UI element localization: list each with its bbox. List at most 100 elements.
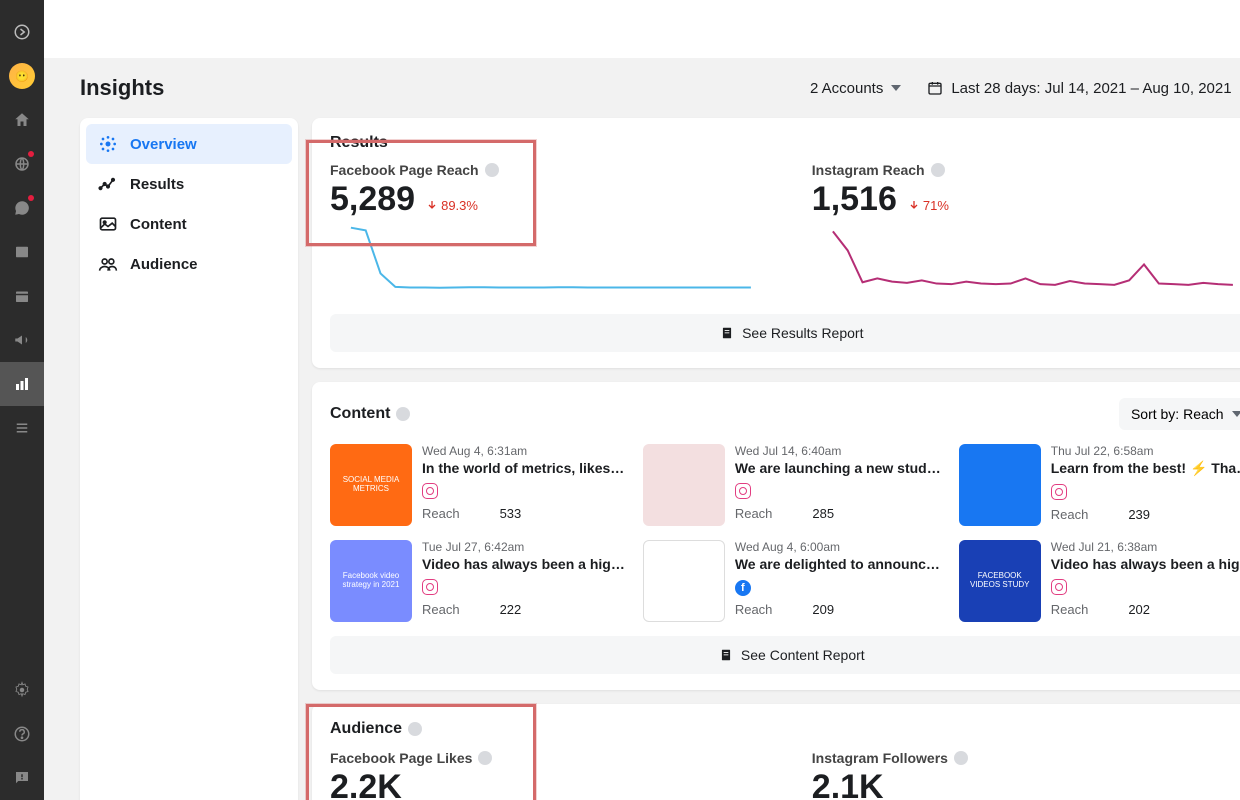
trend-icon (98, 174, 118, 194)
calendar-icon (927, 80, 943, 96)
metric-value: 2.2K (330, 768, 402, 800)
reach-label: Reach (422, 506, 460, 521)
burst-icon (98, 134, 118, 154)
post-title: We are launching a new stud… (735, 460, 941, 476)
info-icon[interactable] (408, 722, 422, 736)
metric-value: 5,289 (330, 180, 415, 219)
content-post[interactable]: Facebook video strategy in 2021Tue Jul 2… (330, 540, 625, 622)
post-thumbnail (643, 444, 725, 526)
instagram-icon (735, 483, 751, 499)
accounts-label: 2 Accounts (810, 80, 883, 97)
chevron-down-icon (891, 85, 901, 91)
post-network (1051, 483, 1240, 501)
reach-value: 222 (500, 602, 522, 617)
facebook-likes-metric: Facebook Page Likes 2.2K (330, 750, 772, 800)
info-icon[interactable] (954, 751, 968, 765)
info-icon[interactable] (478, 751, 492, 765)
metric-label: Facebook Page Likes (330, 750, 472, 766)
post-date: Wed Jul 21, 6:38am (1051, 540, 1240, 554)
reach-label: Reach (1051, 602, 1089, 617)
chevron-down-icon (1232, 411, 1240, 417)
post-title: We are delighted to announc… (735, 556, 941, 572)
notification-dot (28, 151, 34, 157)
rail-library[interactable] (0, 230, 44, 274)
post-network (1051, 578, 1240, 596)
report-icon (720, 326, 734, 340)
facebook-sparkline (330, 225, 772, 295)
rail-insights[interactable] (0, 362, 44, 406)
metric-label: Instagram Followers (812, 750, 948, 766)
sidebar-item-content[interactable]: Content (86, 204, 292, 244)
audience-card: Audience Facebook Page Likes 2.2K (312, 704, 1240, 800)
date-range-selector[interactable]: Last 28 days: Jul 14, 2021 – Aug 10, 202… (927, 80, 1240, 97)
instagram-icon (422, 483, 438, 499)
post-title: Learn from the best! ⚡️ Tha… (1051, 460, 1240, 477)
post-thumbnail: SOCIAL MEDIA METRICS (330, 444, 412, 526)
info-icon[interactable] (485, 163, 499, 177)
reach-value: 202 (1128, 602, 1150, 617)
rail-chat[interactable] (0, 186, 44, 230)
post-network (735, 482, 941, 500)
rail-globe[interactable] (0, 142, 44, 186)
info-icon[interactable] (931, 163, 945, 177)
metric-value: 1,516 (812, 180, 897, 219)
content-post[interactable]: FACEBOOK VIDEOS STUDY Wed Jul 21, 6:38am V… (959, 540, 1240, 622)
reach-value: 533 (500, 506, 522, 521)
rail-feedback[interactable] (0, 756, 44, 800)
audience-title: Audience (330, 720, 402, 738)
reach-label: Reach (735, 602, 773, 617)
post-network (422, 482, 625, 500)
info-icon[interactable] (396, 407, 410, 421)
content-post[interactable]: Thu Jul 22, 6:58amLearn from the best! ⚡… (959, 444, 1240, 526)
rail-avatar[interactable]: 😶 (0, 54, 44, 98)
content-card: Content Sort by: Reach SOCIAL MEDIA METR… (312, 382, 1240, 690)
post-date: Wed Aug 4, 6:00am (735, 540, 941, 554)
rail-help[interactable] (0, 712, 44, 756)
post-title: Video has always been a hig… (1051, 556, 1240, 572)
sort-button[interactable]: Sort by: Reach (1119, 398, 1240, 430)
rail-menu[interactable] (0, 406, 44, 450)
post-network (422, 578, 625, 596)
post-date: Tue Jul 27, 6:42am (422, 540, 625, 554)
instagram-reach-metric: Instagram Reach 1,516 71% (812, 162, 1240, 300)
sidebar-item-results[interactable]: Results (86, 164, 292, 204)
sort-label: Sort by: Reach (1131, 406, 1224, 422)
avatar-icon: 😶 (9, 63, 35, 89)
date-range-label: Last 28 days: Jul 14, 2021 – Aug 10, 202… (951, 80, 1231, 97)
rail-home[interactable] (0, 98, 44, 142)
rail-calendar[interactable] (0, 274, 44, 318)
post-title: In the world of metrics, likes… (422, 460, 625, 476)
post-date: Wed Jul 14, 6:40am (735, 444, 941, 458)
rail-announce[interactable] (0, 318, 44, 362)
content-post[interactable]: Wed Jul 14, 6:40am We are launching a new… (643, 444, 941, 526)
see-content-report-button[interactable]: See Content Report (330, 636, 1240, 674)
rail-logo[interactable] (0, 10, 44, 54)
instagram-icon (1051, 579, 1067, 595)
reach-value: 209 (812, 602, 834, 617)
people-icon (98, 254, 118, 274)
results-title: Results (330, 134, 1240, 152)
sidebar-item-audience[interactable]: Audience (86, 244, 292, 284)
sidebar-item-overview[interactable]: Overview (86, 124, 292, 164)
sidebar-item-label: Results (130, 176, 184, 193)
page-title: Insights (80, 75, 164, 101)
post-thumbnail (643, 540, 725, 622)
metric-delta: 71% (909, 198, 949, 213)
post-thumbnail: FACEBOOK VIDEOS STUDY (959, 540, 1041, 622)
instagram-icon (422, 579, 438, 595)
instagram-sparkline (812, 225, 1240, 295)
rail-settings[interactable] (0, 668, 44, 712)
content-post[interactable]: Wed Aug 4, 6:00am We are delighted to ann… (643, 540, 941, 622)
content-post[interactable]: SOCIAL MEDIA METRICSWed Aug 4, 6:31amIn … (330, 444, 625, 526)
see-results-report-button[interactable]: See Results Report (330, 314, 1240, 352)
metric-delta: 89.3% (427, 198, 478, 213)
accounts-selector[interactable]: 2 Accounts (810, 80, 901, 97)
sidebar-item-label: Overview (130, 136, 197, 153)
reach-label: Reach (735, 506, 773, 521)
reach-label: Reach (422, 602, 460, 617)
content-title: Content (330, 405, 390, 423)
metric-label: Facebook Page Reach (330, 162, 479, 178)
report-btn-label: See Content Report (741, 647, 865, 663)
insights-sidebar: Overview Results Content Audience (80, 118, 298, 800)
reach-value: 239 (1128, 507, 1150, 522)
